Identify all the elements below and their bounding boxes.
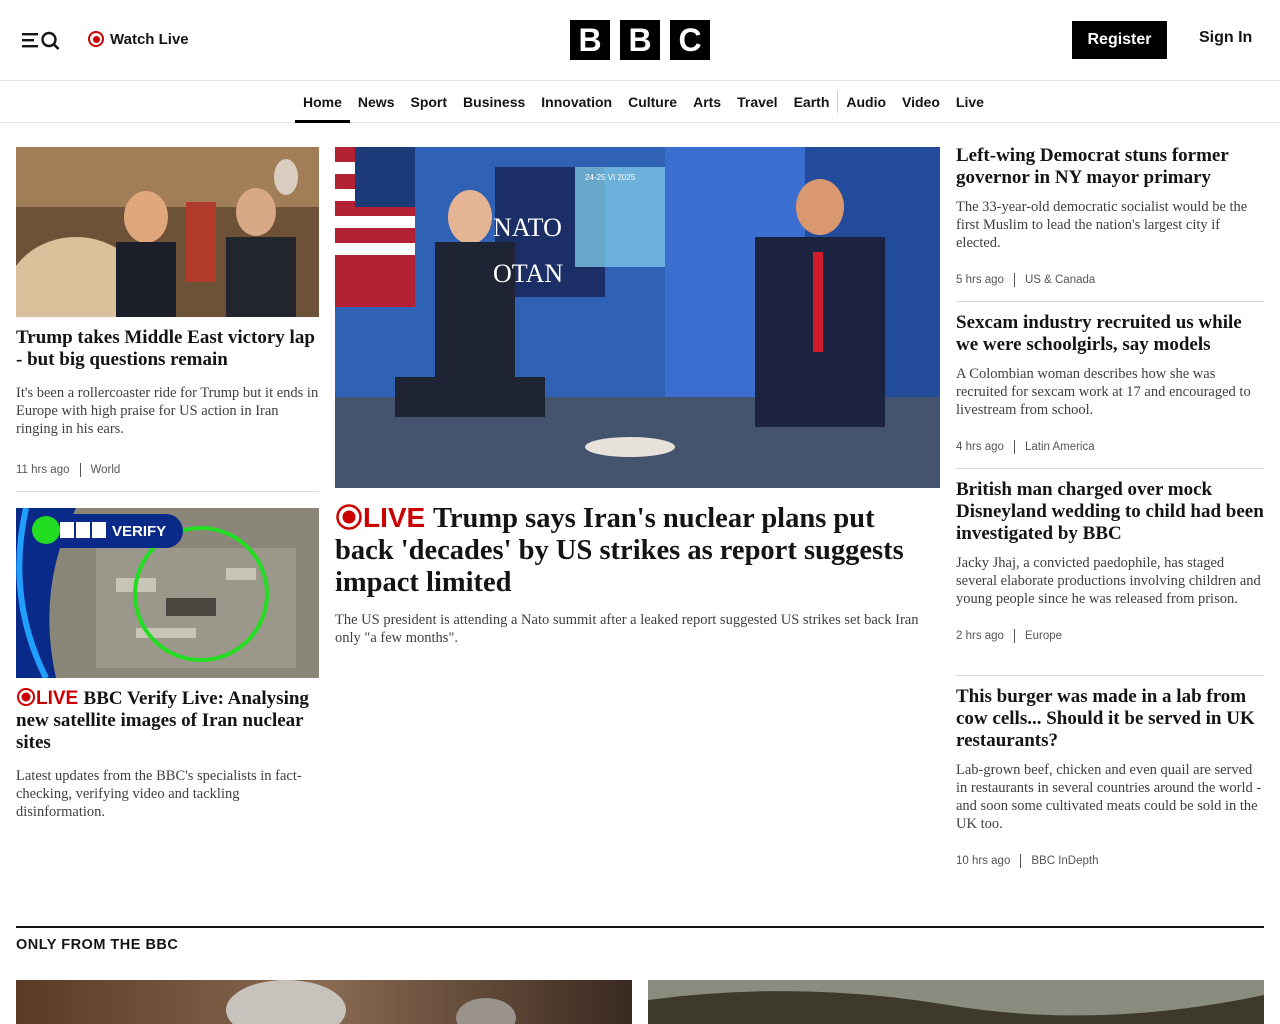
section-title: ONLY FROM THE BBC	[16, 937, 179, 953]
story-meta: 11 hrs ago World	[16, 463, 120, 477]
meta-divider	[1013, 273, 1015, 287]
story-image[interactable]: VERIFY	[16, 508, 319, 678]
story-section[interactable]: Latin America	[1025, 441, 1095, 453]
live-icon	[17, 688, 35, 706]
divider	[16, 491, 319, 492]
nav-audio[interactable]: Audio	[838, 81, 894, 123]
nav-earth[interactable]: Earth	[786, 81, 838, 123]
nav-innovation[interactable]: Innovation	[533, 81, 620, 123]
sign-in-button[interactable]: Sign In	[1199, 29, 1252, 47]
verify-badge-text: VERIFY	[112, 523, 167, 540]
register-button[interactable]: Register	[1072, 21, 1167, 59]
lead-story-headline[interactable]: LIVE Trump says Iran's nuclear plans put…	[335, 502, 940, 599]
nav-culture[interactable]: Culture	[620, 81, 685, 123]
nav-news[interactable]: News	[350, 81, 403, 123]
logo-letter: C	[670, 20, 710, 60]
story-meta: 5 hrs ago US & Canada	[956, 273, 1264, 287]
photo-trump-toast	[16, 147, 319, 317]
nato-sign-text: NATO	[493, 213, 562, 242]
story-headline[interactable]: British man charged over mock Disneyland…	[956, 479, 1264, 545]
story-summary: The 33-year-old democratic socialist wou…	[956, 199, 1248, 251]
menu-search-button[interactable]	[20, 28, 64, 52]
story-time: 10 hrs ago	[956, 855, 1011, 867]
nav-travel[interactable]: Travel	[729, 81, 785, 123]
story-time: 5 hrs ago	[956, 274, 1004, 286]
story-section[interactable]: BBC InDepth	[1031, 855, 1098, 867]
section-story-image[interactable]	[16, 980, 632, 1024]
lead-story-image[interactable]: NATO OTAN 24-25 VI 2025	[335, 147, 940, 488]
story-headline[interactable]: Trump takes Middle East victory lap - bu…	[16, 327, 319, 371]
photo-person	[226, 980, 516, 1024]
right-story: Sexcam industry recruited us while we we…	[956, 312, 1264, 454]
watch-live-label: Watch Live	[110, 30, 189, 48]
divider	[956, 675, 1264, 676]
section-rule	[16, 926, 1264, 928]
lead-story-summary: The US president is attending a Nato sum…	[335, 612, 919, 646]
live-icon	[336, 504, 362, 530]
story-time: 4 hrs ago	[956, 441, 1004, 453]
story-summary: Latest updates from the BBC's specialist…	[16, 768, 302, 820]
live-label: LIVE	[363, 502, 426, 533]
meta-divider	[1013, 629, 1015, 643]
story-section[interactable]: Europe	[1025, 630, 1062, 642]
live-badge: LIVE	[16, 688, 84, 709]
story-time: 2 hrs ago	[956, 630, 1004, 642]
story-headline[interactable]: This burger was made in a lab from cow c…	[956, 686, 1264, 752]
watch-live-link[interactable]: Watch Live	[88, 29, 189, 49]
right-story: British man charged over mock Disneyland…	[956, 479, 1264, 643]
right-story: This burger was made in a lab from cow c…	[956, 686, 1264, 868]
photo-nato-summit	[335, 147, 940, 488]
menu-icon	[22, 31, 60, 50]
story-meta: 10 hrs ago BBC InDepth	[956, 854, 1264, 868]
nav-live[interactable]: Live	[948, 81, 992, 123]
story-section[interactable]: US & Canada	[1025, 274, 1095, 286]
nav-sport[interactable]: Sport	[402, 81, 455, 123]
story-section[interactable]: World	[91, 464, 121, 476]
story-image[interactable]	[16, 147, 319, 317]
story-summary: A Colombian woman describes how she was …	[956, 366, 1251, 418]
story-summary: Lab-grown beef, chicken and even quail a…	[956, 762, 1262, 832]
photo-trees	[648, 980, 1264, 1024]
story-summary: It's been a rollercoaster ride for Trump…	[16, 385, 319, 437]
meta-divider	[1013, 440, 1015, 454]
story-meta: 2 hrs ago Europe	[956, 629, 1264, 643]
nav-video[interactable]: Video	[894, 81, 948, 123]
logo-letter: B	[570, 20, 610, 60]
meta-divider	[1020, 854, 1022, 868]
bbc-logo[interactable]: B B C	[570, 20, 710, 60]
divider	[956, 468, 1264, 469]
section-story-image[interactable]	[648, 980, 1264, 1024]
summit-date-text: 24-25 VI 2025	[585, 173, 636, 182]
nav-home[interactable]: Home	[295, 81, 350, 123]
main-nav: Home News Sport Business Innovation Cult…	[0, 81, 1280, 123]
story-headline[interactable]: Left-wing Democrat stuns former governor…	[956, 145, 1264, 189]
story-time: 11 hrs ago	[16, 464, 70, 476]
story-summary: Jacky Jhaj, a convicted paedophile, has …	[956, 555, 1261, 607]
live-label: LIVE	[36, 688, 79, 709]
site-header: Watch Live B B C Register Sign In	[0, 0, 1280, 81]
divider	[956, 301, 1264, 302]
right-story: Left-wing Democrat stuns former governor…	[956, 145, 1264, 287]
live-icon	[88, 31, 104, 47]
nav-business[interactable]: Business	[455, 81, 533, 123]
story-meta: 4 hrs ago Latin America	[956, 440, 1264, 454]
story-headline[interactable]: LIVE BBC Verify Live: Analysing new sate…	[16, 688, 319, 754]
story-headline[interactable]: Sexcam industry recruited us while we we…	[956, 312, 1264, 356]
otan-sign-text: OTAN	[493, 259, 564, 288]
meta-divider	[79, 463, 81, 477]
live-badge: LIVE	[335, 502, 433, 533]
satellite-image	[16, 508, 319, 678]
nav-arts[interactable]: Arts	[685, 81, 729, 123]
logo-letter: B	[620, 20, 660, 60]
